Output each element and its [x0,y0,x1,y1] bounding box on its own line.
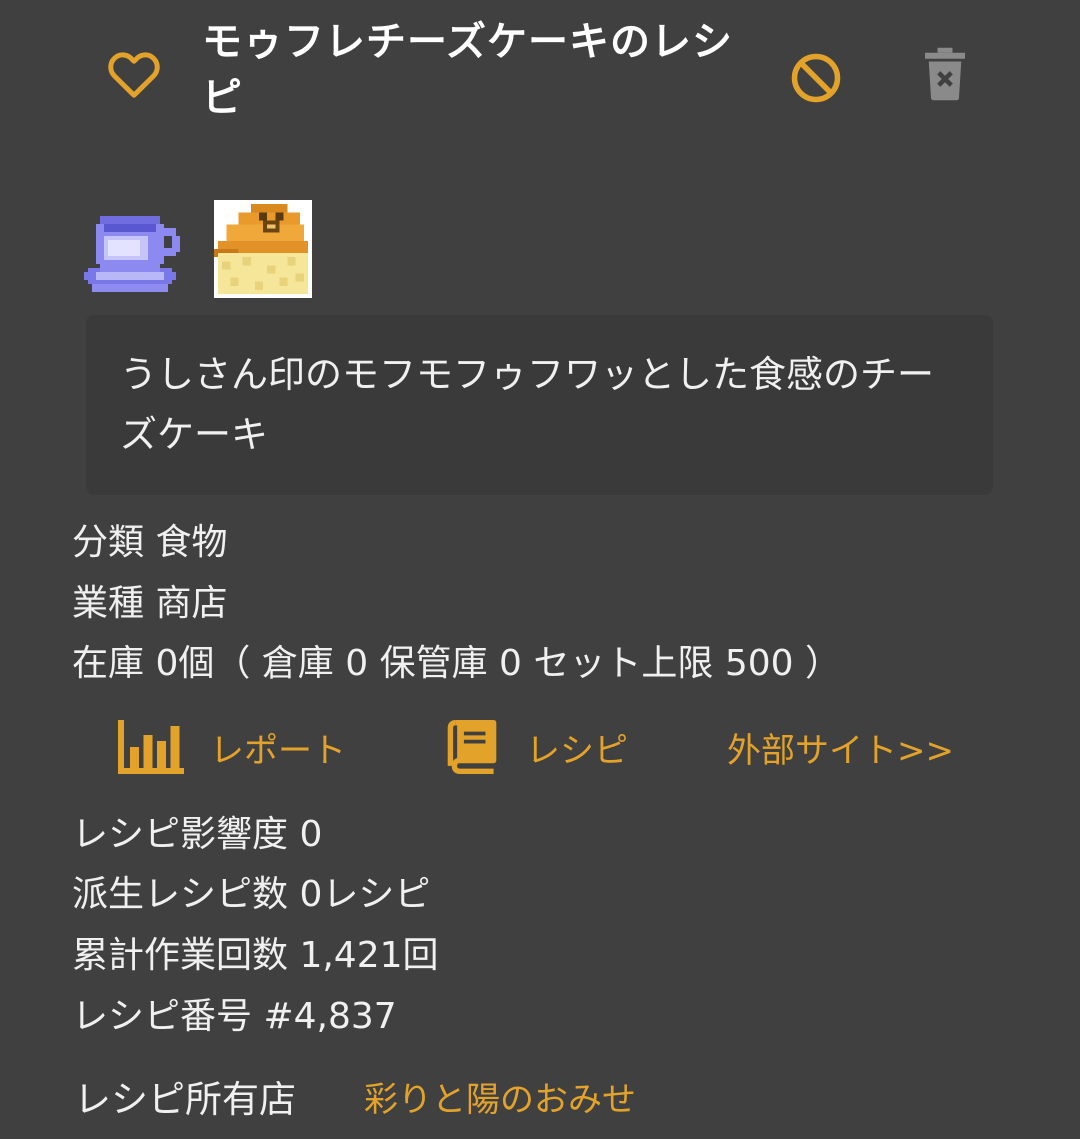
industry-text: 業種 商店 [72,583,228,624]
page-title: モゥフレチーズケーキのレシピ [202,19,733,121]
recipe-owner-shop-link[interactable]: 彩りと陽のおみせ [364,1076,636,1124]
recipe-owner-label: レシピ所有店 [74,1078,296,1121]
external-site-link[interactable]: 外部サイト>> [727,716,954,778]
stock-text: 在庫 0個（ 倉庫 0 保管庫 0 セット上限 500 ） [72,643,841,684]
cheesecake-icon [214,200,312,298]
teacup-icon [84,216,180,292]
recipe-links: レポート レシピ 外部サイト>> [0,716,1080,778]
report-link-label: レポート [210,730,346,771]
recipe-link[interactable]: レシピ [444,716,628,778]
category-text: 分類 食物 [72,522,228,563]
bar-chart-icon [118,720,184,774]
heart-outline-icon [108,52,160,98]
total-work-count-text: 累計作業回数 1,421回 [72,935,439,976]
recipe-link-label: レシピ [526,730,628,771]
favorite-button[interactable] [104,44,164,104]
book-icon [447,720,497,774]
recipe-description: うしさん印のモフモフゥフワッとした食感のチーズケーキ [86,315,993,495]
block-icon [791,53,841,103]
block-button[interactable] [786,48,846,108]
delete-button[interactable] [920,46,970,102]
report-link[interactable]: レポート [118,716,346,778]
recipe-number-text: レシピ番号 #4,837 [72,996,397,1037]
trash-icon [925,47,965,101]
recipe-header: モゥフレチーズケーキのレシピ [0,0,1080,150]
recipe-influence-text: レシピ影響度 0 [72,814,323,855]
derived-recipes-text: 派生レシピ数 0レシピ [72,874,431,915]
external-site-link-label: 外部サイト>> [727,730,954,771]
